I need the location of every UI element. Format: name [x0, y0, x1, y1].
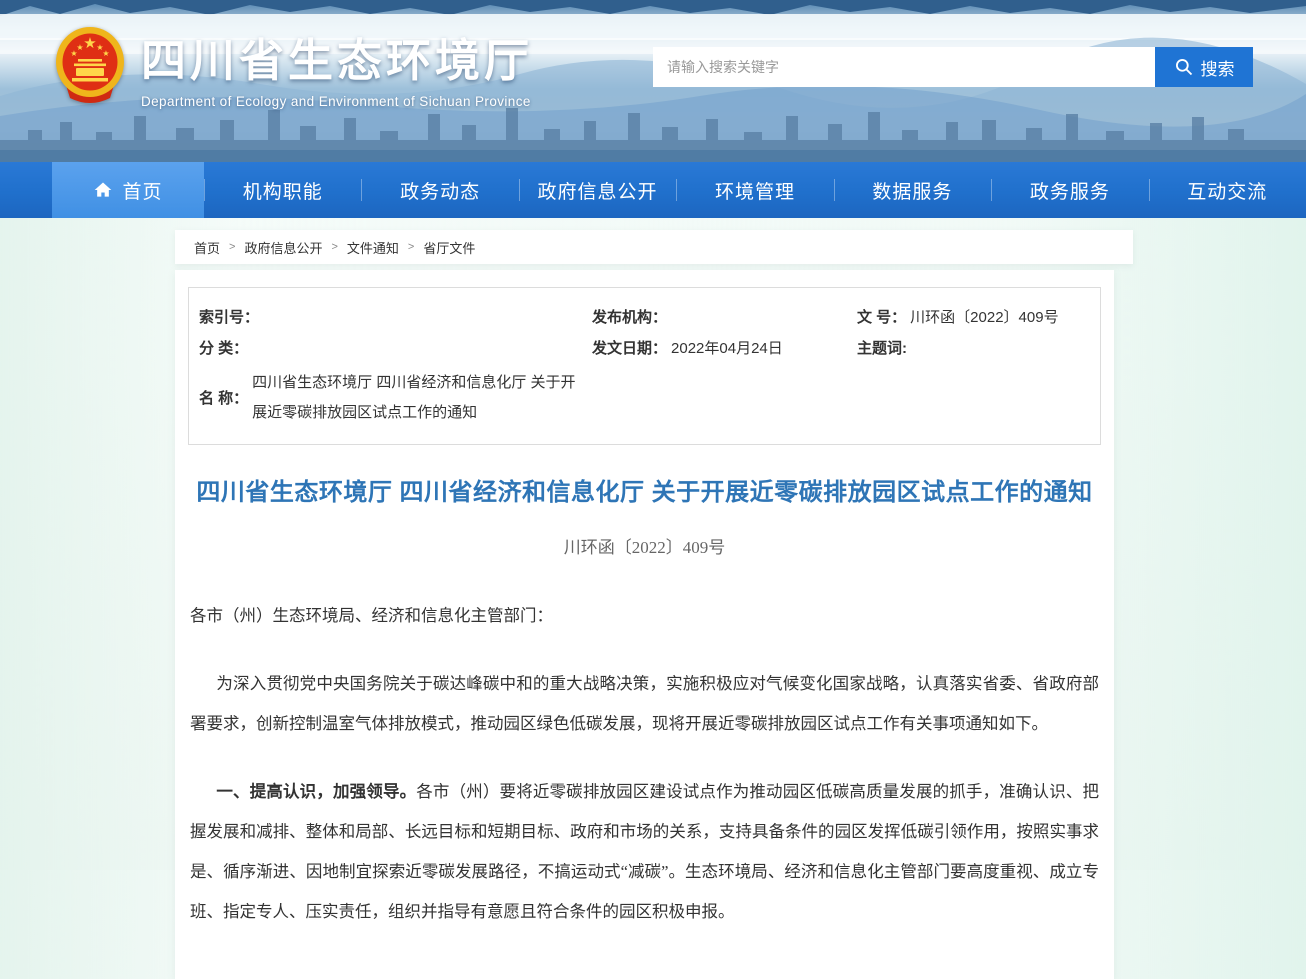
paragraph-2-text: 各市（州）要将近零碳排放园区建设试点作为推动园区低碳高质量发展的抓手，准确认识、… — [190, 782, 1099, 921]
search-button[interactable]: 搜索 — [1155, 47, 1253, 87]
metadata-cell-date: 发文日期： 2022年04月24日 — [592, 333, 857, 364]
main-navigation: 首页 机构职能 政务动态 政府信息公开 环境管理 数据服务 政务服务 互动交流 — [0, 162, 1306, 218]
article-document-number: 川环函〔2022〕409号 — [188, 533, 1101, 558]
metadata-row: 分 类： 发文日期： 2022年04月24日 主题词: — [199, 333, 1090, 364]
metadata-row-name: 名 称： 四川省生态环境厅 四川省经济和信息化厅 关于开展近零碳排放园区试点工作… — [199, 368, 1090, 428]
nav-item-label: 政务动态 — [400, 177, 480, 204]
nav-item-label: 政务服务 — [1030, 177, 1110, 204]
breadcrumb-separator: > — [229, 241, 235, 253]
svg-text:★: ★ — [96, 43, 103, 52]
nav-item-label: 数据服务 — [872, 177, 952, 204]
metadata-row: 索引号： 发布机构： 文 号： 川环函〔2022〕409号 — [199, 302, 1090, 333]
article-body: 各市（州）生态环境局、经济和信息化主管部门： 为深入贯彻党中央国务院关于碳达峰碳… — [188, 596, 1101, 932]
nav-item-gov-news[interactable]: 政务动态 — [361, 162, 518, 218]
svg-text:★: ★ — [76, 43, 83, 52]
metadata-cell-docnum: 文 号： 川环函〔2022〕409号 — [857, 302, 1090, 333]
breadcrumb-item-dept-files: 省厅文件 — [423, 238, 475, 257]
paragraph-2-bold-lead: 一、提高认识，加强领导。 — [216, 782, 416, 801]
nav-item-interaction[interactable]: 互动交流 — [1149, 162, 1306, 218]
document-metadata-table: 索引号： 发布机构： 文 号： 川环函〔2022〕409号 分 类： 发文日期：… — [188, 287, 1101, 445]
article-paragraph-2: 一、提高认识，加强领导。各市（州）要将近零碳排放园区建设试点作为推动园区低碳高质… — [190, 772, 1099, 932]
breadcrumb-item-home[interactable]: 首页 — [194, 238, 220, 257]
document-number-value: 川环函〔2022〕409号 — [910, 302, 1058, 333]
nav-spacer — [0, 162, 52, 218]
issuing-agency-label: 发布机构： — [592, 302, 667, 333]
metadata-cell-category: 分 类： — [199, 333, 592, 364]
site-subtitle-english: Department of Ecology and Environment of… — [141, 94, 533, 109]
breadcrumb-separator: > — [331, 241, 337, 253]
nav-item-home[interactable]: 首页 — [52, 162, 204, 218]
nav-item-label: 互动交流 — [1187, 177, 1267, 204]
site-title: 四川省生态环境厅 — [141, 32, 533, 90]
home-icon — [93, 180, 113, 200]
nav-item-label: 政府信息公开 — [538, 177, 658, 204]
issue-date-label: 发文日期： — [592, 333, 667, 364]
breadcrumb-item-gov-info[interactable]: 政府信息公开 — [244, 238, 322, 257]
article-salutation: 各市（州）生态环境局、经济和信息化主管部门： — [190, 596, 1099, 636]
nav-item-gov-services[interactable]: 政务服务 — [991, 162, 1148, 218]
search-input[interactable] — [653, 47, 1155, 87]
category-label: 分 类： — [199, 333, 248, 364]
index-number-label: 索引号： — [199, 302, 259, 333]
keywords-label: 主题词: — [857, 333, 907, 364]
metadata-cell-agency: 发布机构： — [592, 302, 857, 333]
metadata-cell-keywords: 主题词: — [857, 333, 1090, 364]
breadcrumb: 首页 > 政府信息公开 > 文件通知 > 省厅文件 — [175, 230, 1133, 264]
site-logo[interactable]: ★ ★ ★ ★ ★ 四川省生态环境厅 Department of Ecology… — [53, 26, 533, 110]
article-paragraph-1: 为深入贯彻党中央国务院关于碳达峰碳中和的重大战略决策，实施积极应对气候变化国家战… — [190, 664, 1099, 744]
search-box: 搜索 — [653, 47, 1253, 87]
nav-item-org-functions[interactable]: 机构职能 — [204, 162, 361, 218]
metadata-cell-index: 索引号： — [199, 302, 592, 333]
nav-item-env-management[interactable]: 环境管理 — [676, 162, 833, 218]
nav-item-label: 机构职能 — [243, 177, 323, 204]
site-banner: ★ ★ ★ ★ ★ 四川省生态环境厅 Department of Ecology… — [0, 0, 1306, 162]
article-title: 四川省生态环境厅 四川省经济和信息化厅 关于开展近零碳排放园区试点工作的通知 — [188, 472, 1101, 507]
nav-item-label: 环境管理 — [715, 177, 795, 204]
document-name-label: 名 称： — [199, 383, 248, 414]
document-content-card: 索引号： 发布机构： 文 号： 川环函〔2022〕409号 分 类： 发文日期：… — [175, 270, 1114, 979]
search-icon — [1174, 57, 1194, 77]
nav-item-label: 首页 — [122, 177, 162, 204]
nav-item-data-services[interactable]: 数据服务 — [834, 162, 991, 218]
svg-text:★: ★ — [83, 35, 96, 52]
issue-date-value: 2022年04月24日 — [671, 333, 783, 364]
search-button-label: 搜索 — [1201, 55, 1235, 80]
breadcrumb-separator: > — [408, 241, 414, 253]
nav-item-gov-info-disclosure[interactable]: 政府信息公开 — [519, 162, 676, 218]
document-name-value: 四川省生态环境厅 四川省经济和信息化厅 关于开展近零碳排放园区试点工作的通知 — [252, 368, 584, 428]
breadcrumb-item-file-notices[interactable]: 文件通知 — [347, 238, 399, 257]
china-national-emblem-icon: ★ ★ ★ ★ ★ — [53, 26, 127, 110]
document-number-label: 文 号： — [857, 302, 906, 333]
